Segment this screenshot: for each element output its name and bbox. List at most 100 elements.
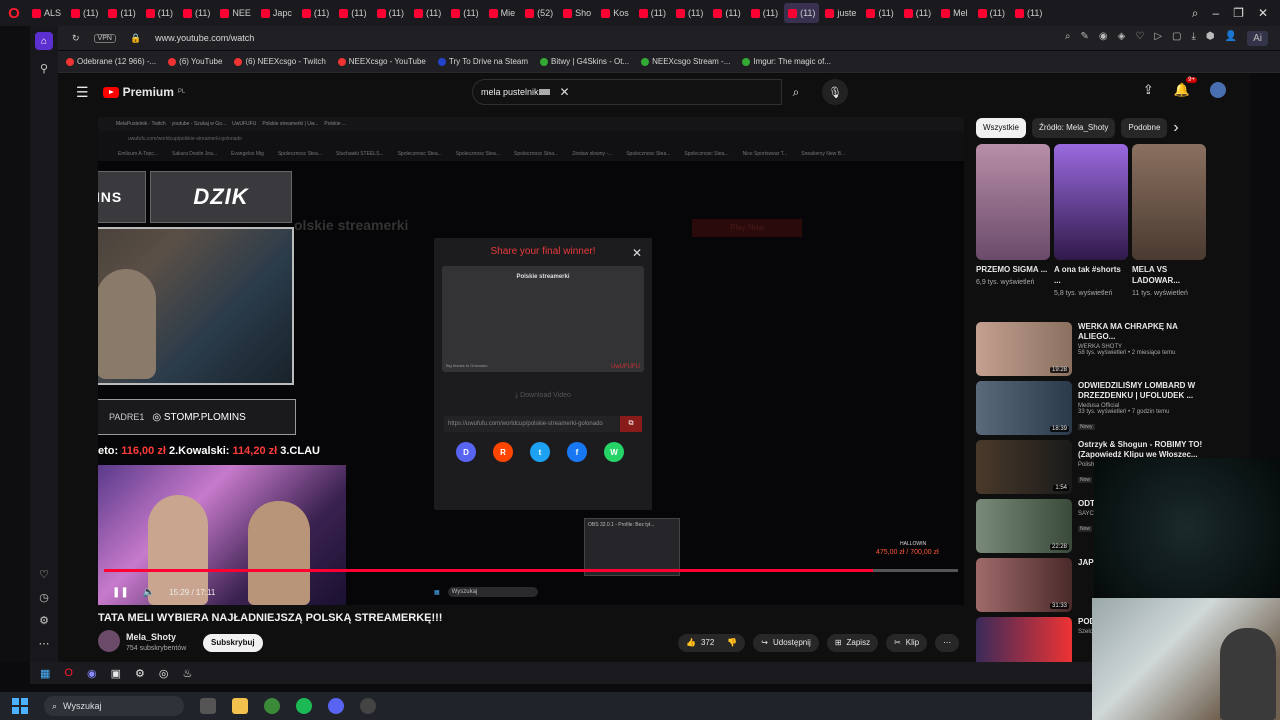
edit-icon[interactable]: ✎ (1081, 31, 1089, 46)
clear-search-icon[interactable]: ✕ (560, 85, 570, 99)
keyboard-icon[interactable] (538, 89, 550, 95)
shield-icon[interactable]: ◈ (1118, 31, 1126, 46)
share-button[interactable]: ↪ Udostępnij (753, 634, 819, 652)
bookmark-item[interactable]: NEEXcsgo - YouTube (337, 57, 426, 66)
browser-tab[interactable]: (52) (521, 3, 557, 23)
browser-tab[interactable]: juste (821, 3, 860, 23)
browser-tab[interactable]: (11) (447, 3, 482, 23)
search-button[interactable]: ⌕ (782, 79, 810, 105)
close-window-icon[interactable]: ✕ (1258, 6, 1268, 21)
bookmark-item[interactable]: Imgur: The magic of... (742, 57, 831, 66)
settings-icon[interactable]: ⚙ (39, 614, 49, 627)
task-view-icon[interactable] (200, 698, 216, 714)
chip[interactable]: Podobne (1121, 118, 1168, 138)
more-icon[interactable]: ⋯ (39, 637, 50, 650)
bookmark-item[interactable]: (6) YouTube (168, 57, 222, 66)
heart-sidebar-icon[interactable]: ♡ (39, 568, 49, 581)
maximize-icon[interactable]: ❐ (1233, 6, 1244, 21)
browser-tab[interactable]: (11) (747, 3, 782, 23)
bookmark-item[interactable]: Odebrane (12 966) -... (66, 57, 156, 66)
browser-tab[interactable]: (11) (179, 3, 214, 23)
vpn-badge[interactable]: VPN (93, 33, 116, 43)
search-icon[interactable]: ⌕ (1065, 31, 1071, 46)
browser-tab[interactable]: NEE (216, 3, 255, 23)
aria-button[interactable]: Ai (1247, 30, 1268, 46)
menu-icon[interactable]: ☰ (76, 84, 89, 101)
bookmark-item[interactable]: NEEXcsgo Stream -... (641, 57, 730, 66)
settings-taskbar-icon[interactable]: ⚙ (135, 667, 145, 680)
camera-icon[interactable]: ◉ (1099, 31, 1108, 46)
browser-tab[interactable]: Japc (257, 3, 296, 23)
bookmark-item[interactable]: Bitwy | G4Skins - Ot... (540, 57, 629, 66)
notifications-icon[interactable]: 🔔 9+ (1174, 77, 1197, 98)
browser-tab[interactable]: (11) (784, 3, 820, 23)
progress-bar[interactable] (104, 569, 958, 572)
pin-icon[interactable]: ⚲ (40, 62, 48, 75)
send-icon[interactable]: ▷ (1154, 31, 1162, 46)
chrome-icon[interactable] (264, 698, 280, 714)
bookmark-item[interactable]: (6) NEEXcsgo - Twitch (234, 57, 326, 66)
video-player[interactable]: MelaPustelnik - Twitch youtube - Szukaj w… (98, 117, 964, 605)
browser-tab[interactable]: Mie (485, 3, 520, 23)
browser-tab[interactable]: (11) (298, 3, 333, 23)
home-icon[interactable]: ⌂ (35, 32, 53, 50)
recommendation-item[interactable]: 18:39 ODWIEDZILIŚMY LOMBARD W DRZEZDENKU … (976, 381, 1206, 438)
search-tabs-icon[interactable]: ⌕ (1192, 6, 1199, 21)
short-card[interactable]: PRZEMO SIGMA ... 6,9 tys. wyświetleń (976, 144, 1050, 298)
save-button[interactable]: ⊞ Zapisz (826, 634, 879, 652)
browser-tab[interactable]: Mel (937, 3, 972, 23)
opera-taskbar-icon[interactable]: O (64, 667, 73, 679)
windows-logo-icon[interactable] (12, 698, 28, 714)
browser-tab[interactable]: Sho (559, 3, 595, 23)
like-button[interactable]: 👍 372 👎 (678, 634, 746, 652)
opera-logo-icon[interactable]: O (0, 0, 28, 26)
browser-tab[interactable]: (11) (635, 3, 670, 23)
history-icon[interactable]: ◷ (39, 591, 49, 604)
obs-icon[interactable] (360, 698, 376, 714)
search-input[interactable]: mela pustelnik ✕ (472, 79, 782, 105)
account-avatar[interactable] (1210, 82, 1226, 98)
volume-icon[interactable]: 🔈 (143, 587, 155, 598)
short-card[interactable]: MELA VS LADOWAR... 11 tys. wyświetleń (1132, 144, 1206, 298)
browser-tab[interactable]: (11) (104, 3, 139, 23)
file-explorer-icon[interactable] (232, 698, 248, 714)
reload-icon[interactable]: ↻ (72, 33, 80, 44)
more-actions-button[interactable]: ⋯ (935, 634, 960, 652)
browser-tab[interactable]: (11) (410, 3, 445, 23)
chip[interactable]: Wszystkie (976, 118, 1026, 138)
box-icon[interactable]: ▢ (1172, 31, 1181, 46)
download-icon[interactable]: ⤓ (1191, 31, 1195, 46)
pause-icon[interactable]: ❚❚ (112, 587, 129, 598)
clip-button[interactable]: ✂ Klip (886, 634, 928, 652)
steam-taskbar-icon[interactable]: ♨ (182, 667, 192, 680)
browser-tab[interactable]: (11) (672, 3, 707, 23)
spotify-icon[interactable] (296, 698, 312, 714)
discord-icon[interactable] (328, 698, 344, 714)
browser-tab[interactable]: (11) (142, 3, 177, 23)
url-field[interactable]: www.youtube.com/watch (155, 33, 254, 43)
browser-tab[interactable]: ALS (28, 3, 65, 23)
extensions-icon[interactable]: ⬢ (1206, 31, 1215, 46)
subscribe-button[interactable]: Subskrybuj (203, 634, 263, 652)
browser-tab[interactable]: (11) (900, 3, 935, 23)
browser-tab[interactable]: (11) (974, 3, 1009, 23)
heart-icon[interactable]: ♡ (1135, 31, 1144, 46)
obs-taskbar-icon[interactable]: ◎ (159, 667, 169, 680)
mic-icon[interactable]: 🎙 (822, 79, 848, 105)
chip[interactable]: Źródło: Mela_Shoty (1032, 118, 1116, 138)
browser-tab[interactable]: (11) (862, 3, 897, 23)
browser-tab[interactable]: (11) (67, 3, 102, 23)
profile-icon[interactable]: 👤 (1225, 31, 1237, 46)
chevron-right-icon[interactable]: › (1173, 119, 1178, 137)
windows-start-icon[interactable]: ▦ (40, 667, 50, 680)
taskbar-search[interactable]: ⌕ Wyszukaj (44, 696, 184, 716)
minimize-icon[interactable]: – (1212, 6, 1219, 21)
browser-tab[interactable]: (11) (335, 3, 370, 23)
recommendation-item[interactable]: 19:28 WERKA MA CHRAPKĘ NA ALIEGO... WERKA … (976, 322, 1206, 379)
browser-tab[interactable]: Kos (597, 3, 633, 23)
discord-taskbar-icon[interactable]: ◉ (87, 667, 97, 680)
channel-avatar[interactable] (98, 630, 120, 652)
channel-name[interactable]: Mela_Shoty (126, 632, 176, 642)
app-taskbar-icon[interactable]: ▣ (111, 667, 121, 680)
short-card[interactable]: A ona tak #shorts ... 5,8 tys. wyświetleń (1054, 144, 1128, 298)
